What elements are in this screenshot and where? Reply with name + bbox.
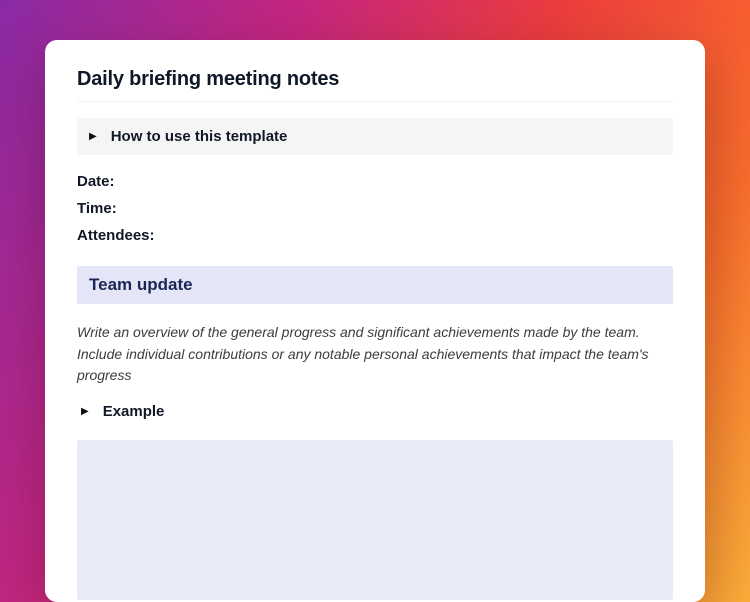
chevron-right-icon: ▶	[89, 132, 97, 142]
attendees-field-label[interactable]: Attendees:	[77, 227, 673, 244]
date-field-label[interactable]: Date:	[77, 173, 673, 190]
howto-label: How to use this template	[111, 128, 288, 145]
example-label: Example	[103, 403, 165, 420]
time-field-label[interactable]: Time:	[77, 200, 673, 217]
meta-block: Date: Time: Attendees:	[77, 173, 673, 244]
howto-toggle[interactable]: ▶ How to use this template	[77, 118, 673, 155]
example-toggle[interactable]: ▶ Example	[77, 401, 673, 422]
section-description: Write an overview of the general progres…	[77, 322, 673, 387]
section-heading-team-update: Team update	[77, 266, 673, 304]
document-card: Daily briefing meeting notes ▶ How to us…	[45, 40, 705, 602]
team-update-input-area[interactable]	[77, 440, 673, 600]
chevron-right-icon: ▶	[81, 407, 89, 417]
page-title: Daily briefing meeting notes	[77, 68, 673, 102]
